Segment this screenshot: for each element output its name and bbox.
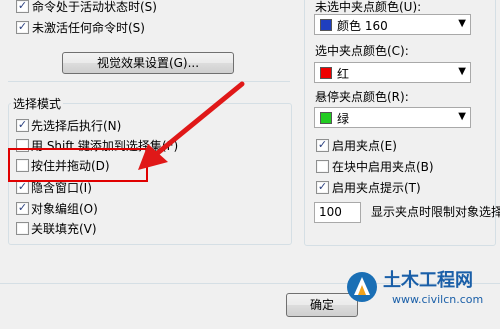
no-command-checkbox[interactable]: ✓ [16, 20, 29, 34]
grip-tips-checkbox[interactable]: ✓ [316, 180, 329, 194]
selection-mode-title: 选择模式 [11, 95, 64, 112]
grips-in-blocks-checkbox[interactable] [316, 160, 329, 173]
chevron-down-icon: ▼ [458, 111, 466, 122]
grip-tips-label: 启用夹点提示(T) [332, 181, 421, 195]
visual-effects-settings-button[interactable]: 视觉效果设置(G)... [62, 52, 234, 74]
grips-in-blocks-label: 在块中启用夹点(B) [332, 160, 434, 174]
implied-window-checkbox[interactable]: ✓ [16, 180, 29, 194]
grip-limit-input[interactable]: 100 [314, 202, 361, 223]
highlight-box [8, 148, 148, 182]
unselected-grip-color-value: 颜色 160 [337, 19, 388, 33]
grip-limit-label: 显示夹点时限制对象选择 [371, 205, 500, 219]
active-command-label: 命令处于活动状态时(S) [32, 0, 157, 14]
associative-hatch-label: 关联填充(V) [31, 222, 97, 236]
selected-grip-color-label: 选中夹点颜色(C): [315, 44, 409, 58]
blue-swatch [320, 19, 332, 31]
no-command-label: 未激活任何命令时(S) [32, 21, 145, 35]
chevron-down-icon: ▼ [458, 18, 466, 29]
watermark-url: www.civilcn.com [392, 293, 484, 306]
hover-grip-color-select[interactable]: 绿 ▼ [314, 107, 471, 128]
object-grouping-label: 对象编组(O) [31, 202, 98, 216]
annotation-arrow-icon [138, 81, 245, 170]
implied-window-label: 隐含窗口(I) [31, 181, 92, 195]
associative-hatch-checkbox[interactable] [16, 222, 29, 235]
unselected-grip-color-select[interactable]: 颜色 160 ▼ [314, 14, 471, 35]
noun-verb-checkbox[interactable]: ✓ [16, 118, 29, 132]
civilcn-logo-icon [347, 272, 377, 302]
unselected-grip-color-label: 未选中夹点颜色(U): [315, 0, 422, 14]
enable-grips-label: 启用夹点(E) [332, 139, 397, 153]
red-swatch [320, 67, 332, 79]
chevron-down-icon: ▼ [458, 66, 466, 77]
noun-verb-label: 先选择后执行(N) [31, 119, 122, 133]
active-command-checkbox[interactable]: ✓ [16, 0, 29, 13]
hover-grip-color-label: 悬停夹点颜色(R): [315, 90, 409, 104]
grip-limit-value: 100 [319, 205, 342, 219]
hover-grip-color-value: 绿 [337, 112, 350, 126]
green-swatch [320, 112, 332, 124]
selected-grip-color-value: 红 [337, 67, 350, 81]
selected-grip-color-select[interactable]: 红 ▼ [314, 62, 471, 83]
enable-grips-checkbox[interactable]: ✓ [316, 138, 329, 152]
object-grouping-checkbox[interactable]: ✓ [16, 201, 29, 215]
watermark-title: 土木工程网 [383, 270, 473, 291]
